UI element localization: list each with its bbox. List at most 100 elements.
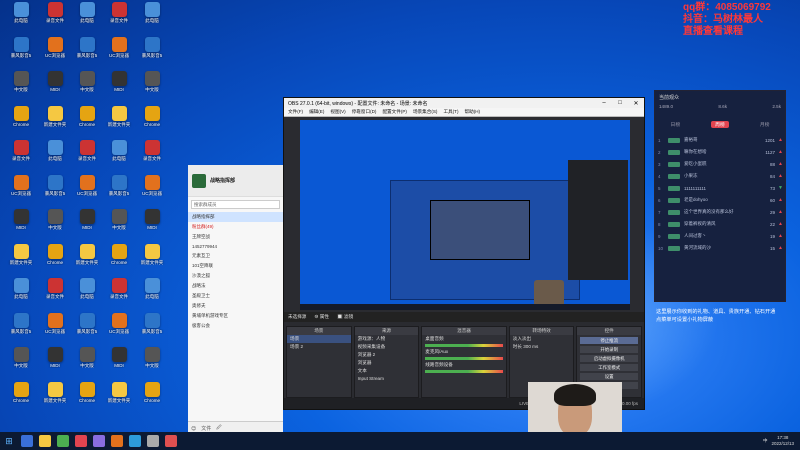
- app-icon: [144, 347, 160, 362]
- taskbar-app-icon[interactable]: [111, 435, 123, 447]
- scene-item[interactable]: 场景 2: [287, 343, 351, 351]
- source-item[interactable]: 浏览器 2: [355, 351, 419, 359]
- control-button[interactable]: 停止推流: [580, 337, 638, 344]
- maximize-icon[interactable]: □: [612, 100, 628, 107]
- desktop-icon[interactable]: 中文版: [133, 347, 171, 383]
- desktop-icon[interactable]: 此电脑: [133, 278, 171, 314]
- mixer-channel-label: 麦克风/Aux: [425, 349, 449, 354]
- source-item[interactable]: Input Stream: [355, 375, 419, 382]
- taskbar-app-icon[interactable]: [147, 435, 159, 447]
- desktop-icon[interactable]: 暴风影音5: [2, 312, 40, 349]
- rank-tab[interactable]: 日榜: [671, 121, 681, 128]
- app-icon: [13, 209, 29, 224]
- duration-input[interactable]: 300 ms: [523, 344, 538, 349]
- menu-item[interactable]: 编辑(E): [309, 109, 324, 115]
- taskbar-app-icon[interactable]: [39, 435, 51, 447]
- desktop-icon[interactable]: 此电脑: [133, 2, 171, 38]
- control-button[interactable]: 设置: [580, 373, 638, 380]
- member-list-item[interactable]: 战略法: [188, 281, 283, 291]
- member-list-item[interactable]: 元素互卫: [188, 251, 283, 261]
- control-button[interactable]: 启动虚拟摄像机: [580, 355, 638, 362]
- rank-row: 7 这个世界真的没有那么好 29 ▲: [658, 206, 784, 218]
- member-list-item[interactable]: 沙漠之狐: [188, 271, 283, 281]
- desktop-icon[interactable]: UC浏览器: [133, 174, 171, 211]
- rank-tab[interactable]: 月榜: [760, 121, 770, 128]
- emoji-icon[interactable]: 😊: [191, 426, 196, 432]
- scene-item[interactable]: 场景: [287, 335, 351, 343]
- close-icon[interactable]: ✕: [628, 100, 644, 107]
- desktop-icon[interactable]: 录音文件: [2, 140, 40, 176]
- control-button[interactable]: 工作室模式: [580, 364, 638, 371]
- clock[interactable]: 17:38 2022/12/13: [771, 435, 794, 447]
- start-icon[interactable]: ⊞: [0, 436, 18, 447]
- desktop-icon[interactable]: Chrome: [2, 105, 40, 142]
- member-list-item[interactable]: 1452779944: [188, 242, 283, 251]
- taskbar-app-icon[interactable]: [93, 435, 105, 447]
- menu-item[interactable]: 配置文件(P): [382, 109, 407, 115]
- rank-tab[interactable]: 周榜: [711, 121, 729, 128]
- member-list-item[interactable]: 奥修夫: [188, 301, 283, 311]
- taskbar-app-icon[interactable]: [75, 435, 87, 447]
- menu-item[interactable]: 文件(F): [288, 109, 303, 115]
- menu-item[interactable]: 帮助(H): [465, 109, 481, 115]
- file-button[interactable]: 文件: [201, 425, 211, 432]
- desktop-icon-label: MIDI: [147, 225, 157, 230]
- minimize-icon[interactable]: –: [596, 100, 612, 107]
- source-item[interactable]: 文本: [355, 367, 419, 375]
- transition-select[interactable]: 淡入淡出: [510, 335, 574, 343]
- desktop-icon[interactable]: Chrome: [2, 381, 40, 418]
- filters-button[interactable]: 🔲 滤镜: [337, 314, 353, 320]
- desktop-icon[interactable]: 暴风影音5: [133, 36, 171, 73]
- source-item[interactable]: 浏览器: [355, 359, 419, 367]
- viewer-score: 1201: [764, 137, 775, 143]
- trend-icon: ▲: [778, 209, 783, 215]
- desktop-icon[interactable]: 中文版: [2, 71, 40, 107]
- menu-item[interactable]: 视图(V): [330, 109, 345, 115]
- taskbar-app-icon[interactable]: [129, 435, 141, 447]
- app-icon: [47, 71, 63, 86]
- desktop-icon[interactable]: 暴风影音5: [2, 36, 40, 73]
- source-item[interactable]: 游戏源：人物: [355, 335, 419, 343]
- taskbar-app-icon[interactable]: [165, 435, 177, 447]
- input-language[interactable]: 中: [763, 438, 768, 444]
- member-search-input[interactable]: 搜索群成员: [191, 200, 280, 209]
- member-list-item[interactable]: 战略指挥部: [188, 212, 283, 222]
- control-button[interactable]: 开始录制: [580, 346, 638, 353]
- system-tray: 中 17:38 2022/12/13: [763, 435, 800, 447]
- desktop-icon[interactable]: 此电脑: [2, 278, 40, 314]
- properties-button[interactable]: ⚙ 属性: [314, 314, 329, 320]
- member-list-item[interactable]: 101空降联: [188, 261, 283, 271]
- obs-window[interactable]: OBS 27.0.1 (64-bit, windows) - 配置文件: 未命名…: [283, 97, 645, 410]
- taskbar-app-icon[interactable]: [57, 435, 69, 447]
- desktop-icon[interactable]: 新建文件夹: [133, 243, 171, 280]
- app-icon: [144, 174, 160, 190]
- menu-item[interactable]: 停靠窗口(D): [352, 109, 377, 115]
- desktop-icon[interactable]: MIDI: [2, 209, 40, 245]
- app-icon: [47, 278, 63, 293]
- taskbar-app-icon[interactable]: [21, 435, 33, 447]
- member-list-item[interactable]: 黄埔单机游戏专区: [188, 311, 283, 321]
- app-icon: [79, 381, 95, 397]
- obs-preview[interactable]: [300, 120, 630, 310]
- desktop-icon-label: 暴风影音5: [10, 328, 32, 334]
- desktop-icon[interactable]: UC浏览器: [2, 174, 40, 211]
- desktop-icon[interactable]: 此电脑: [2, 2, 40, 38]
- qq-group-window[interactable]: 战略指挥部 搜索群成员 战略指挥部 粉丝群(49) 王牌空战 1452779944 元素…: [188, 165, 283, 435]
- member-list-item[interactable]: 王牌空战: [188, 232, 283, 242]
- menu-item[interactable]: 工具(T): [443, 109, 458, 115]
- menu-item[interactable]: 场景集合(S): [413, 109, 438, 115]
- member-list-item[interactable]: 圣殿卫士: [188, 291, 283, 301]
- desktop-icon-label: Chrome: [143, 121, 160, 127]
- desktop-icon[interactable]: Chrome: [133, 381, 171, 418]
- desktop-icon[interactable]: 中文版: [2, 347, 40, 383]
- desktop-icon[interactable]: Chrome: [133, 105, 171, 142]
- member-list-item[interactable]: 粉丝群(49): [188, 222, 283, 232]
- source-item[interactable]: 视频采集设备: [355, 343, 419, 351]
- desktop-icon[interactable]: 录音文件: [133, 140, 171, 176]
- desktop-icon[interactable]: MIDI: [133, 209, 171, 245]
- member-list-item[interactable]: 极客公会: [188, 321, 283, 331]
- desktop-icon[interactable]: 中文版: [133, 71, 171, 107]
- group-title: 战略指挥部: [210, 178, 236, 184]
- desktop-icon[interactable]: 暴风影音5: [133, 312, 171, 349]
- desktop-icon[interactable]: 新建文件夹: [2, 243, 40, 280]
